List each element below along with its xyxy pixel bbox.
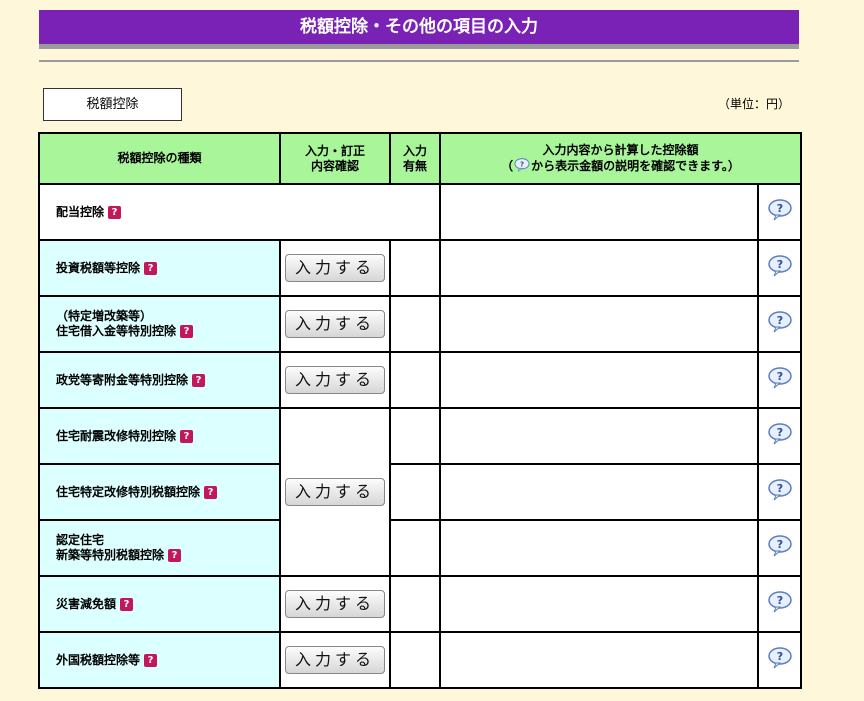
svg-text:?: ? xyxy=(776,202,782,215)
header-present: 入力 有無 xyxy=(389,132,441,185)
section-label-box: 税額控除 xyxy=(43,88,182,121)
help-bubble-icon[interactable]: ? xyxy=(767,423,793,445)
input-button-cell: 入力する xyxy=(279,575,391,633)
help-cell[interactable]: ? xyxy=(756,575,803,633)
help-cell[interactable]: ? xyxy=(756,351,803,409)
input-present-cell xyxy=(389,463,441,521)
row-label-disaster-reduction: 災害減免額? xyxy=(38,575,281,633)
input-button[interactable]: 入力する xyxy=(285,590,385,618)
calculated-amount-cell xyxy=(439,351,759,409)
help-cell[interactable]: ? xyxy=(756,519,803,577)
input-present-cell xyxy=(389,631,441,689)
help-bubble-icon[interactable]: ? xyxy=(767,591,793,613)
header-confirm: 入力・訂正 内容確認 xyxy=(279,132,391,185)
input-button[interactable]: 入力する xyxy=(285,254,385,282)
table-row: 配当控除? ? xyxy=(38,183,803,241)
calculated-amount-cell xyxy=(439,519,759,577)
input-present-cell xyxy=(389,239,441,297)
row-label-specific-renovation-credit: 住宅特定改修特別税額控除? xyxy=(38,463,281,521)
page-title-banner: 税額控除・その他の項目の入力 xyxy=(39,10,799,47)
section-label: 税額控除 xyxy=(86,97,139,112)
table-row: 外国税額控除等? 入力する ? xyxy=(38,631,803,689)
input-button[interactable]: 入力する xyxy=(285,310,385,338)
question-badge-icon[interactable]: ? xyxy=(192,373,206,387)
help-bubble-icon[interactable]: ? xyxy=(767,367,793,389)
help-cell[interactable]: ? xyxy=(756,183,803,241)
help-cell[interactable]: ? xyxy=(756,295,803,353)
calculated-amount-cell xyxy=(439,239,759,297)
input-button-cell: 入力する xyxy=(279,351,391,409)
table-row: 住宅耐震改修特別控除? 入力する ? xyxy=(38,407,803,577)
svg-text:?: ? xyxy=(776,538,782,551)
help-bubble-icon[interactable]: ? xyxy=(767,535,793,557)
row-label-housing-loan-credit: （特定増改築等） 住宅借入金等特別控除? xyxy=(38,295,281,353)
help-bubble-icon[interactable]: ? xyxy=(767,479,793,501)
input-button[interactable]: 入力する xyxy=(285,646,385,674)
input-button-cell: 入力する xyxy=(279,295,391,353)
question-badge-icon[interactable]: ? xyxy=(180,325,194,338)
calculated-amount-cell xyxy=(439,463,759,521)
table-row: 投資税額等控除? 入力する ? xyxy=(38,239,803,297)
help-cell[interactable]: ? xyxy=(756,239,803,297)
svg-text:?: ? xyxy=(776,482,782,495)
header-type: 税額控除の種類 xyxy=(38,132,281,185)
input-present-cell xyxy=(389,519,441,577)
help-cell[interactable]: ? xyxy=(756,631,803,689)
calculated-amount-cell xyxy=(439,183,759,241)
svg-text:?: ? xyxy=(776,594,782,607)
svg-text:?: ? xyxy=(776,370,782,383)
question-badge-icon[interactable]: ? xyxy=(108,205,122,219)
calculated-amount-cell xyxy=(439,295,759,353)
help-bubble-icon[interactable]: ? xyxy=(767,647,793,669)
calculated-amount-cell xyxy=(439,407,759,465)
calculated-amount-cell xyxy=(439,575,759,633)
input-button-cell: 入力する xyxy=(279,239,391,297)
table-row: 政党等寄附金等特別控除? 入力する ? xyxy=(38,351,803,409)
row-label-foreign-tax-credit: 外国税額控除等? xyxy=(38,631,281,689)
input-present-cell xyxy=(389,575,441,633)
row-label-earthquake-retrofit-credit: 住宅耐震改修特別控除? xyxy=(38,407,281,465)
question-badge-icon[interactable]: ? xyxy=(120,597,134,611)
help-bubble-icon[interactable]: ? xyxy=(767,199,793,221)
svg-text:?: ? xyxy=(520,160,524,168)
banner-shadow xyxy=(39,44,799,49)
table-row: 住宅特定改修特別税額控除? ? xyxy=(38,463,803,521)
help-bubble-icon[interactable]: ? xyxy=(767,255,793,277)
table-header-row: 税額控除の種類 入力・訂正 内容確認 入力 有無 入力内容から計算した控除額 （? か… xyxy=(38,132,803,185)
row-label-dividend-credit: 配当控除? xyxy=(38,183,441,241)
input-button-cell: 入力する xyxy=(279,407,391,577)
table-row: 災害減免額? 入力する ? xyxy=(38,575,803,633)
table-row: 認定住宅 新築等特別税額控除? ? xyxy=(38,519,803,577)
question-badge-icon[interactable]: ? xyxy=(168,549,182,562)
svg-text:?: ? xyxy=(776,426,782,439)
input-present-cell xyxy=(389,351,441,409)
svg-text:?: ? xyxy=(776,314,782,327)
input-button-cell: 入力する xyxy=(279,631,391,689)
page-title: 税額控除・その他の項目の入力 xyxy=(300,17,538,37)
divider xyxy=(39,60,799,62)
table-row: （特定増改築等） 住宅借入金等特別控除? 入力する ? xyxy=(38,295,803,353)
help-cell[interactable]: ? xyxy=(756,463,803,521)
input-button[interactable]: 入力する xyxy=(285,366,385,394)
row-label-investment-credit: 投資税額等控除? xyxy=(38,239,281,297)
input-button[interactable]: 入力する xyxy=(285,478,385,506)
svg-text:?: ? xyxy=(776,258,782,271)
calculated-amount-cell xyxy=(439,631,759,689)
question-badge-icon[interactable]: ? xyxy=(204,485,218,499)
help-cell[interactable]: ? xyxy=(756,407,803,465)
unit-note: （単位：円） xyxy=(718,97,791,111)
row-label-political-donation-credit: 政党等寄附金等特別控除? xyxy=(38,351,281,409)
row-label-certified-housing-credit: 認定住宅 新築等特別税額控除? xyxy=(38,519,281,577)
question-badge-icon[interactable]: ? xyxy=(144,653,158,667)
tax-credit-table: 税額控除の種類 入力・訂正 内容確認 入力 有無 入力内容から計算した控除額 （? か… xyxy=(38,132,803,689)
question-badge-icon[interactable]: ? xyxy=(180,429,194,443)
question-badge-icon[interactable]: ? xyxy=(144,261,158,275)
input-present-cell xyxy=(389,407,441,465)
help-bubble-icon[interactable]: ? xyxy=(767,311,793,333)
header-calculated-amount: 入力内容から計算した控除額 （? から表示金額の説明を確認できます。） xyxy=(438,132,803,185)
svg-text:?: ? xyxy=(776,650,782,663)
input-present-cell xyxy=(389,295,441,353)
help-bubble-icon: ? xyxy=(514,158,530,172)
